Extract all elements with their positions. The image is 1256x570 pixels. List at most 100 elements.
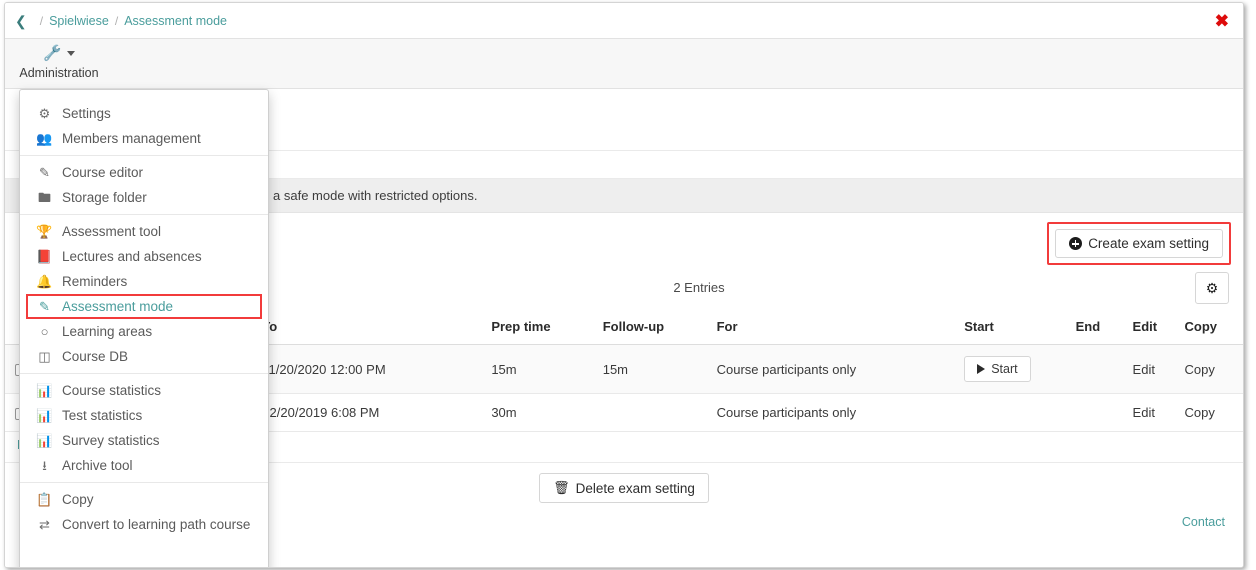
menu-item-label: Course DB (62, 349, 129, 364)
create-exam-setting-button[interactable]: Create exam setting (1055, 229, 1223, 258)
column-header-end[interactable]: End (1069, 315, 1127, 345)
circle-icon: ○ (40, 324, 49, 339)
menu-item-archive-tool[interactable]: ⭳ Archive tool (20, 453, 268, 478)
chevron-left-icon[interactable]: ❮ (15, 14, 27, 28)
cell-to: 12/20/2019 6:08 PM (256, 393, 486, 432)
menu-item-convert-to-learning-path-course[interactable]: ⇄ Convert to learning path course (20, 512, 268, 537)
wrench-icon: 🔧 (43, 45, 62, 62)
start-button[interactable]: Start (964, 356, 1031, 382)
cell-start: Start (958, 344, 1070, 394)
cell-follow-up (596, 393, 711, 432)
dropdown-group-5: 📋 Copy ⇄ Convert to learning path course (20, 482, 268, 541)
create-exam-setting-label: Create exam setting (1088, 236, 1209, 251)
menu-item-storage-folder[interactable]: 🖿 Storage folder (20, 185, 268, 210)
menu-item-label: Assessment tool (62, 224, 162, 239)
cell-copy-link[interactable]: Copy (1178, 393, 1243, 432)
column-header-copy[interactable]: Copy (1178, 315, 1243, 345)
edit-square-icon: ✎ (39, 165, 50, 180)
menu-item-members-management[interactable]: 👥 Members management (20, 126, 268, 151)
menu-item-copy[interactable]: 📋 Copy (20, 487, 268, 512)
convert-icon: ⇄ (39, 517, 50, 532)
column-header-start[interactable]: Start (958, 315, 1070, 345)
menu-item-course-statistics[interactable]: 📊 Course statistics (20, 378, 268, 403)
menu-item-label: Assessment mode (62, 299, 174, 314)
screenshot-root: ❮ / Spielwiese / Assessment mode ✖ 🔧 Adm… (0, 0, 1256, 570)
menu-item-learning-areas[interactable]: ○ Learning areas (20, 319, 268, 344)
column-header-prep-time[interactable]: Prep time (485, 315, 597, 345)
menu-item-label: Course editor (62, 165, 144, 180)
menu-item-label: Survey statistics (62, 433, 160, 448)
menu-item-label: Learning areas (62, 324, 153, 339)
chevron-down-icon (66, 50, 75, 56)
administration-icons: 🔧 (15, 42, 103, 64)
column-header-follow-up[interactable]: Follow-up (596, 315, 711, 345)
cell-edit-link[interactable]: Edit (1126, 344, 1179, 394)
menu-item-label: Test statistics (62, 408, 143, 423)
book-icon: 📕 (36, 249, 53, 264)
delete-exam-setting-label: Delete exam setting (575, 480, 695, 496)
play-icon (977, 364, 986, 374)
cell-end (1069, 393, 1127, 432)
dropdown-group-4: 📊 Course statistics 📊 Test statistics 📊 … (20, 373, 268, 482)
menu-item-assessment-tool[interactable]: 🏆 Assessment tool (20, 219, 268, 244)
contact-link[interactable]: Contact (1182, 515, 1225, 529)
cell-to: 11/20/2020 12:00 PM (256, 344, 486, 394)
menu-item-label: Course statistics (62, 383, 162, 398)
column-header-for[interactable]: For (710, 315, 959, 345)
menu-item-course-editor[interactable]: ✎ Course editor (20, 160, 268, 185)
menu-item-label: Archive tool (62, 458, 133, 473)
folder-icon: 🖿 (37, 190, 51, 205)
menu-item-label: Settings (62, 106, 111, 121)
breadcrumb-item-spielwiese[interactable]: Spielwiese (49, 14, 109, 28)
trash-icon: 🗑 (553, 480, 570, 495)
menu-item-course-db[interactable]: ◫ Course DB (20, 344, 268, 369)
delete-exam-setting-button[interactable]: 🗑 Delete exam setting (539, 473, 709, 503)
cell-for: Course participants only (710, 393, 959, 432)
cell-start (958, 393, 1070, 432)
database-icon: ◫ (38, 349, 51, 364)
breadcrumb: ❮ / Spielwiese / Assessment mode ✖ (5, 3, 1243, 39)
menu-item-test-statistics[interactable]: 📊 Test statistics (20, 403, 268, 428)
menu-item-label: Storage folder (62, 190, 147, 205)
administration-label: Administration (19, 66, 99, 80)
breadcrumb-separator-2: / (114, 13, 119, 28)
menu-item-lectures-and-absences[interactable]: 📕 Lectures and absences (20, 244, 268, 269)
menu-item-label: Lectures and absences (62, 249, 202, 264)
course-toolbar: 🔧 Administration (5, 39, 1243, 89)
bar-chart-icon: 📊 (36, 433, 53, 448)
bar-chart-icon: 📊 (36, 383, 53, 398)
column-header-edit[interactable]: Edit (1126, 315, 1179, 345)
close-icon[interactable]: ✖ (1215, 12, 1229, 29)
menu-item-assessment-mode[interactable]: ✎ Assessment mode (26, 294, 262, 319)
cell-for: Course participants only (710, 344, 959, 394)
start-button-label: Start (991, 362, 1018, 376)
administration-dropdown-menu: ⚙ Settings 👥 Members management ✎ Course… (19, 89, 269, 567)
menu-item-label: Reminders (62, 274, 128, 289)
menu-item-label: Members management (62, 131, 201, 146)
trophy-icon: 🏆 (36, 224, 53, 239)
create-exam-setting-highlight: Create exam setting (1047, 222, 1231, 265)
administration-menu-button[interactable]: 🔧 Administration (15, 42, 103, 80)
menu-item-settings[interactable]: ⚙ Settings (20, 101, 268, 126)
edit-square-icon: ✎ (39, 299, 50, 314)
menu-item-label: Copy (62, 492, 94, 507)
menu-item-reminders[interactable]: 🔔 Reminders (20, 269, 268, 294)
download-icon: ⭳ (42, 458, 47, 473)
column-header-to[interactable]: To (256, 315, 486, 345)
browser-window: ❮ / Spielwiese / Assessment mode ✖ 🔧 Adm… (4, 2, 1244, 568)
cell-end (1069, 344, 1127, 394)
gear-icon[interactable]: ⚙ (1195, 272, 1229, 304)
cell-edit-link[interactable]: Edit (1126, 393, 1179, 432)
breadcrumb-separator-1: / (39, 13, 44, 28)
users-icon: 👥 (36, 131, 53, 146)
cell-follow-up: 15m (596, 344, 711, 394)
cell-prep-time: 15m (485, 344, 597, 394)
gears-icon: ⚙ (38, 106, 51, 121)
menu-item-survey-statistics[interactable]: 📊 Survey statistics (20, 428, 268, 453)
dropdown-group-1: ⚙ Settings 👥 Members management (20, 97, 268, 155)
cell-copy-link[interactable]: Copy (1178, 344, 1243, 394)
bar-chart-icon: 📊 (36, 408, 53, 423)
cell-prep-time: 30m (485, 393, 597, 432)
breadcrumb-item-assessment-mode[interactable]: Assessment mode (124, 14, 227, 28)
dropdown-group-3: 🏆 Assessment tool 📕 Lectures and absence… (20, 214, 268, 373)
